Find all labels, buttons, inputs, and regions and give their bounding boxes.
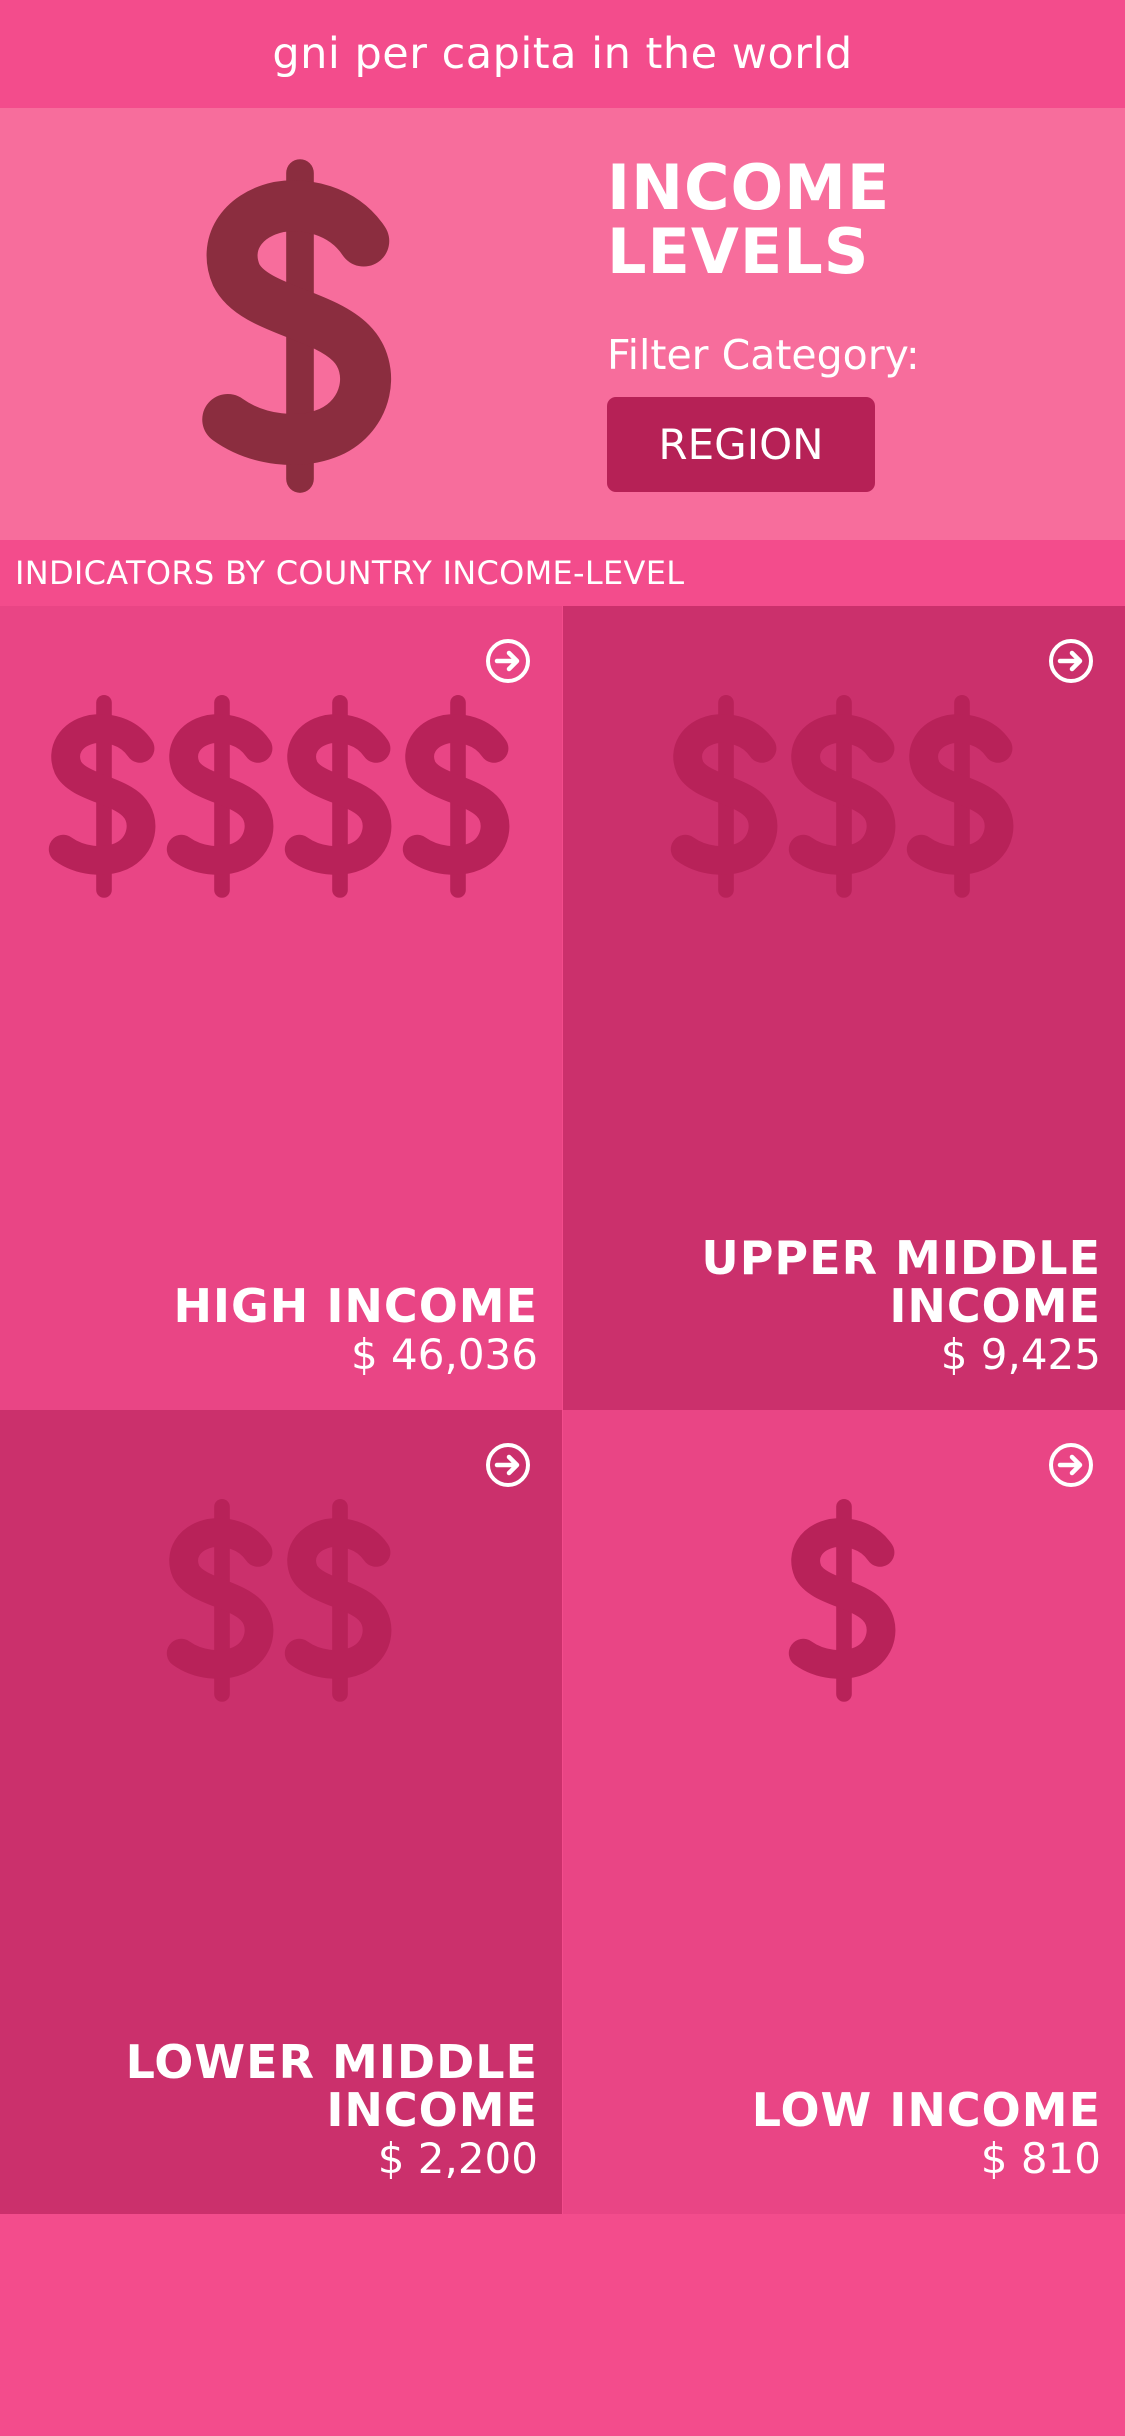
dollar-sign-glyph	[166, 1498, 274, 1702]
hero-heading-line1: INCOME	[607, 151, 891, 224]
app-screen: gni per capita in the world INCOME LEVEL…	[0, 0, 1125, 2436]
arrow-circle-right-icon[interactable]	[1048, 638, 1094, 684]
dollar-sign-glyph	[48, 694, 156, 898]
dollar-signs-icon	[788, 1498, 896, 1702]
tile-high-income[interactable]: HIGH INCOME $ 46,036	[0, 606, 562, 1410]
tile-value: $ 810	[980, 2134, 1101, 2183]
tile-value: $ 9,425	[940, 1330, 1101, 1379]
tile-upper-middle-income[interactable]: UPPER MIDDLE INCOME $ 9,425	[563, 606, 1125, 1410]
tile-text: UPPER MIDDLE INCOME $ 9,425	[701, 1234, 1101, 1380]
dollar-sign-glyph	[788, 1498, 896, 1702]
footer-area	[0, 2214, 1125, 2436]
dollar-signs-icon	[48, 694, 510, 898]
section-heading: INDICATORS BY COUNTRY INCOME-LEVEL	[0, 540, 1125, 606]
title-bar: gni per capita in the world	[0, 0, 1125, 108]
tile-low-income[interactable]: LOW INCOME $ 810	[563, 1410, 1125, 2214]
tile-value: $ 46,036	[350, 1330, 538, 1379]
dollar-sign-glyph	[788, 694, 896, 898]
page-title: gni per capita in the world	[272, 29, 853, 79]
tile-text: LOW INCOME $ 810	[752, 2086, 1101, 2184]
section-heading-label: INDICATORS BY COUNTRY INCOME-LEVEL	[15, 554, 685, 592]
hero-heading: INCOME LEVELS	[607, 156, 1057, 284]
dollar-signs-icon	[166, 1498, 392, 1702]
tile-name: UPPER MIDDLE INCOME	[701, 1231, 1101, 1333]
arrow-circle-right-icon[interactable]	[485, 638, 531, 684]
dollar-sign-glyph	[166, 694, 274, 898]
tile-name: HIGH INCOME	[173, 1279, 538, 1333]
tile-text: LOWER MIDDLE INCOME $ 2,200	[126, 2038, 538, 2184]
dollar-sign-glyph	[402, 694, 510, 898]
filter-category-label: Filter Category:	[607, 331, 920, 379]
arrow-circle-right-icon[interactable]	[1048, 1442, 1094, 1488]
tile-name: LOW INCOME	[751, 2083, 1101, 2137]
dollar-sign-glyph	[670, 694, 778, 898]
tile-lower-middle-income[interactable]: LOWER MIDDLE INCOME $ 2,200	[0, 1410, 562, 2214]
hero-banner: INCOME LEVELS Filter Category: REGION	[0, 108, 1125, 540]
hero-heading-line2: LEVELS	[607, 215, 870, 288]
tile-text: HIGH INCOME $ 46,036	[173, 1282, 538, 1380]
region-filter-button[interactable]: REGION	[607, 397, 875, 492]
dollar-sign-glyph	[906, 694, 1014, 898]
dollar-sign-glyph	[284, 1498, 392, 1702]
dollar-signs-icon	[670, 694, 1014, 898]
tile-name: LOWER MIDDLE INCOME	[125, 2035, 538, 2137]
tile-value: $ 2,200	[377, 2134, 538, 2183]
dollar-sign-glyph	[284, 694, 392, 898]
arrow-circle-right-icon[interactable]	[485, 1442, 531, 1488]
dollar-icon	[202, 159, 391, 493]
